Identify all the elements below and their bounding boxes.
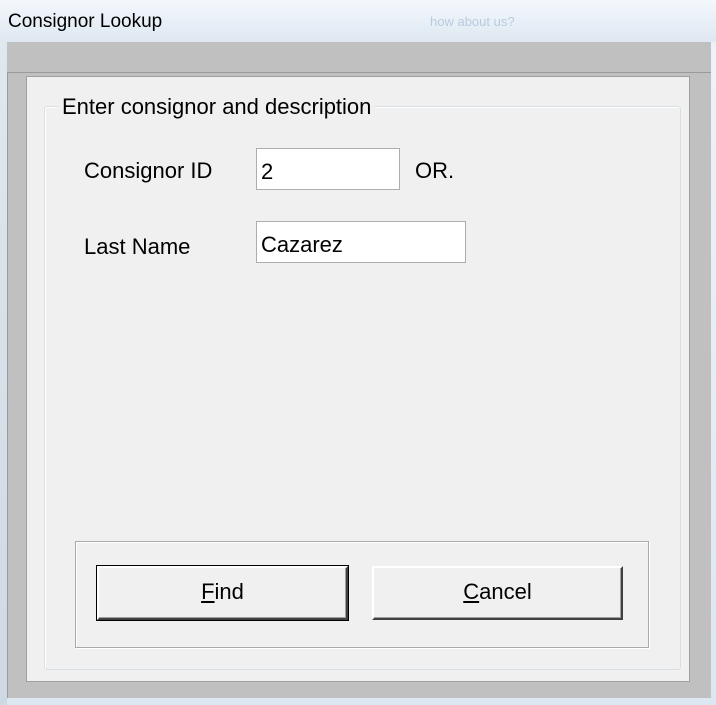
groupbox-legend: Enter consignor and description <box>58 94 376 120</box>
consignor-id-input[interactable] <box>256 148 400 190</box>
last-name-label: Last Name <box>84 234 191 259</box>
cancel-button-label: ancel <box>479 579 532 604</box>
find-button-label: ind <box>214 579 244 604</box>
find-button-accelerator: F <box>201 579 215 604</box>
cancel-button-accelerator: C <box>463 579 480 604</box>
or-label: OR. <box>415 158 455 183</box>
consignor-lookup-window: Consignor Lookup how about us? Enter con… <box>0 0 716 705</box>
find-button[interactable]: Find <box>96 565 349 621</box>
title-bar[interactable]: Consignor Lookup how about us? <box>0 0 716 42</box>
window-title: Consignor Lookup <box>8 11 163 32</box>
background-window-text: how about us? <box>430 14 515 29</box>
last-name-input[interactable] <box>256 221 466 263</box>
dialog-frame-top <box>7 42 711 72</box>
consignor-id-label: Consignor ID <box>84 158 213 183</box>
cancel-button[interactable]: Cancel <box>372 566 623 620</box>
background-window-edge <box>0 42 7 705</box>
